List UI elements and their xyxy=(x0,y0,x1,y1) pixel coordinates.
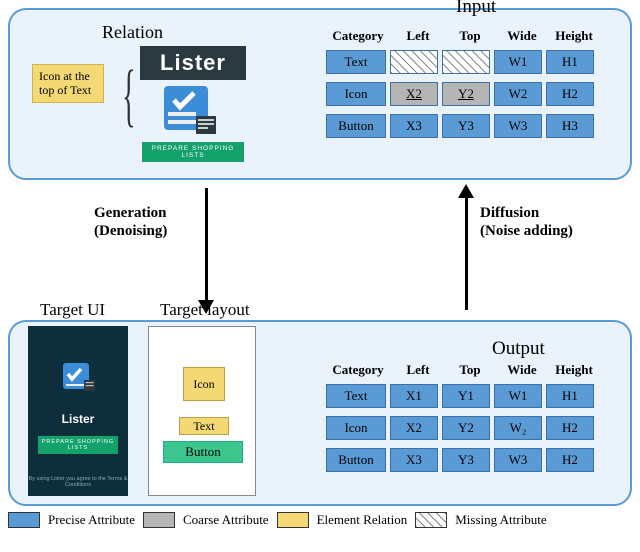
swatch-coarse xyxy=(143,512,175,528)
phone-icon xyxy=(62,362,96,392)
cell-wide: W₂ xyxy=(494,416,542,440)
cell-left xyxy=(390,50,438,74)
diffusion-l2: (Noise adding) xyxy=(480,222,573,240)
cell-left: X2 xyxy=(390,416,438,440)
cell-top: Y3 xyxy=(442,114,490,138)
hdr-wide: Wide xyxy=(496,28,548,44)
cell-top xyxy=(442,50,490,74)
brace-icon: { xyxy=(122,56,135,136)
layout-icon-box: Icon xyxy=(183,367,225,401)
hdr-top: Top xyxy=(444,362,496,378)
checklist-icon xyxy=(160,82,220,136)
table-row: Button X3 Y3 W3 H3 xyxy=(324,114,600,138)
generation-l2: (Denoising) xyxy=(94,222,167,240)
table-row: Text X1 Y1 W1 H1 xyxy=(324,384,600,408)
target-ui-title: Target UI xyxy=(40,300,105,320)
cell-wide: W1 xyxy=(494,50,542,74)
cell-left: X3 xyxy=(390,448,438,472)
swatch-relation xyxy=(277,512,309,528)
input-title: Input xyxy=(456,0,496,18)
cell-left: X2 xyxy=(390,82,438,106)
checklist-icon xyxy=(62,362,96,392)
cell-wide: W1 xyxy=(494,384,542,408)
cell-category: Text xyxy=(326,50,386,74)
diffusion-l1: Diffusion xyxy=(480,204,573,222)
generation-label: Generation (Denoising) xyxy=(94,204,167,240)
target-layout-title: Target layout xyxy=(160,300,250,320)
legend-precise: Precise Attribute xyxy=(48,512,135,528)
lister-text: Lister xyxy=(140,46,246,80)
hdr-height: Height xyxy=(548,362,600,378)
hdr-category: Category xyxy=(324,362,392,378)
hdr-left: Left xyxy=(392,28,444,44)
hdr-left: Left xyxy=(392,362,444,378)
swatch-missing xyxy=(415,512,447,528)
relation-note: Icon at the top of Text xyxy=(32,64,104,103)
cell-category: Icon xyxy=(326,82,386,106)
cell-category: Icon xyxy=(326,416,386,440)
output-table-header: Category Left Top Wide Height xyxy=(324,362,600,378)
diffusion-label: Diffusion (Noise adding) xyxy=(480,204,573,240)
cell-wide: W3 xyxy=(494,114,542,138)
hdr-category: Category xyxy=(324,28,392,44)
input-table-header: Category Left Top Wide Height xyxy=(324,28,600,44)
cell-top: Y3 xyxy=(442,448,490,472)
output-title: Output xyxy=(492,338,545,360)
lister-button: PREPARE SHOPPING LISTS xyxy=(142,142,244,162)
legend-coarse: Coarse Attribute xyxy=(183,512,269,528)
hdr-top: Top xyxy=(444,28,496,44)
cell-category: Button xyxy=(326,114,386,138)
cell-top: Y2 xyxy=(442,82,490,106)
phone-title: Lister xyxy=(28,412,128,426)
table-row: Icon X2 Y2 W2 H2 xyxy=(324,82,600,106)
output-table: Category Left Top Wide Height Text X1 Y1… xyxy=(324,362,600,480)
cell-wide: W3 xyxy=(494,448,542,472)
table-row: Button X3 Y3 W3 H2 xyxy=(324,448,600,472)
legend-relation: Element Relation xyxy=(317,512,408,528)
cell-wide: W2 xyxy=(494,82,542,106)
table-row: Text W1 H1 xyxy=(324,50,600,74)
cell-top: Y2 xyxy=(442,416,490,440)
cell-left: X3 xyxy=(390,114,438,138)
cell-height: H2 xyxy=(546,82,594,106)
cell-category: Text xyxy=(326,384,386,408)
target-ui-phone: Lister PREPARE SHOPPING LISTS By using L… xyxy=(28,326,128,496)
cell-height: H2 xyxy=(546,448,594,472)
cell-left: X1 xyxy=(390,384,438,408)
input-panel: Relation Input Icon at the top of Text {… xyxy=(8,8,632,180)
cell-height: H1 xyxy=(546,384,594,408)
target-layout-box: Icon Text Button xyxy=(148,326,256,496)
layout-button-box: Button xyxy=(163,441,243,463)
hdr-height: Height xyxy=(548,28,600,44)
legend: Precise Attribute Coarse Attribute Eleme… xyxy=(8,512,547,528)
legend-missing: Missing Attribute xyxy=(455,512,546,528)
phone-footer: By using Lister you agree to the Terms &… xyxy=(28,476,128,488)
generation-l1: Generation xyxy=(94,204,167,222)
cell-category: Button xyxy=(326,448,386,472)
cell-height: H2 xyxy=(546,416,594,440)
cell-height: H1 xyxy=(546,50,594,74)
phone-button: PREPARE SHOPPING LISTS xyxy=(38,436,118,454)
layout-text-box: Text xyxy=(179,417,229,435)
swatch-precise xyxy=(8,512,40,528)
cell-height: H3 xyxy=(546,114,594,138)
hdr-wide: Wide xyxy=(496,362,548,378)
input-table: Category Left Top Wide Height Text W1 H1… xyxy=(324,28,600,146)
lister-icon xyxy=(160,82,220,136)
relation-title: Relation xyxy=(102,22,163,43)
table-row: Icon X2 Y2 W₂ H2 xyxy=(324,416,600,440)
cell-top: Y1 xyxy=(442,384,490,408)
